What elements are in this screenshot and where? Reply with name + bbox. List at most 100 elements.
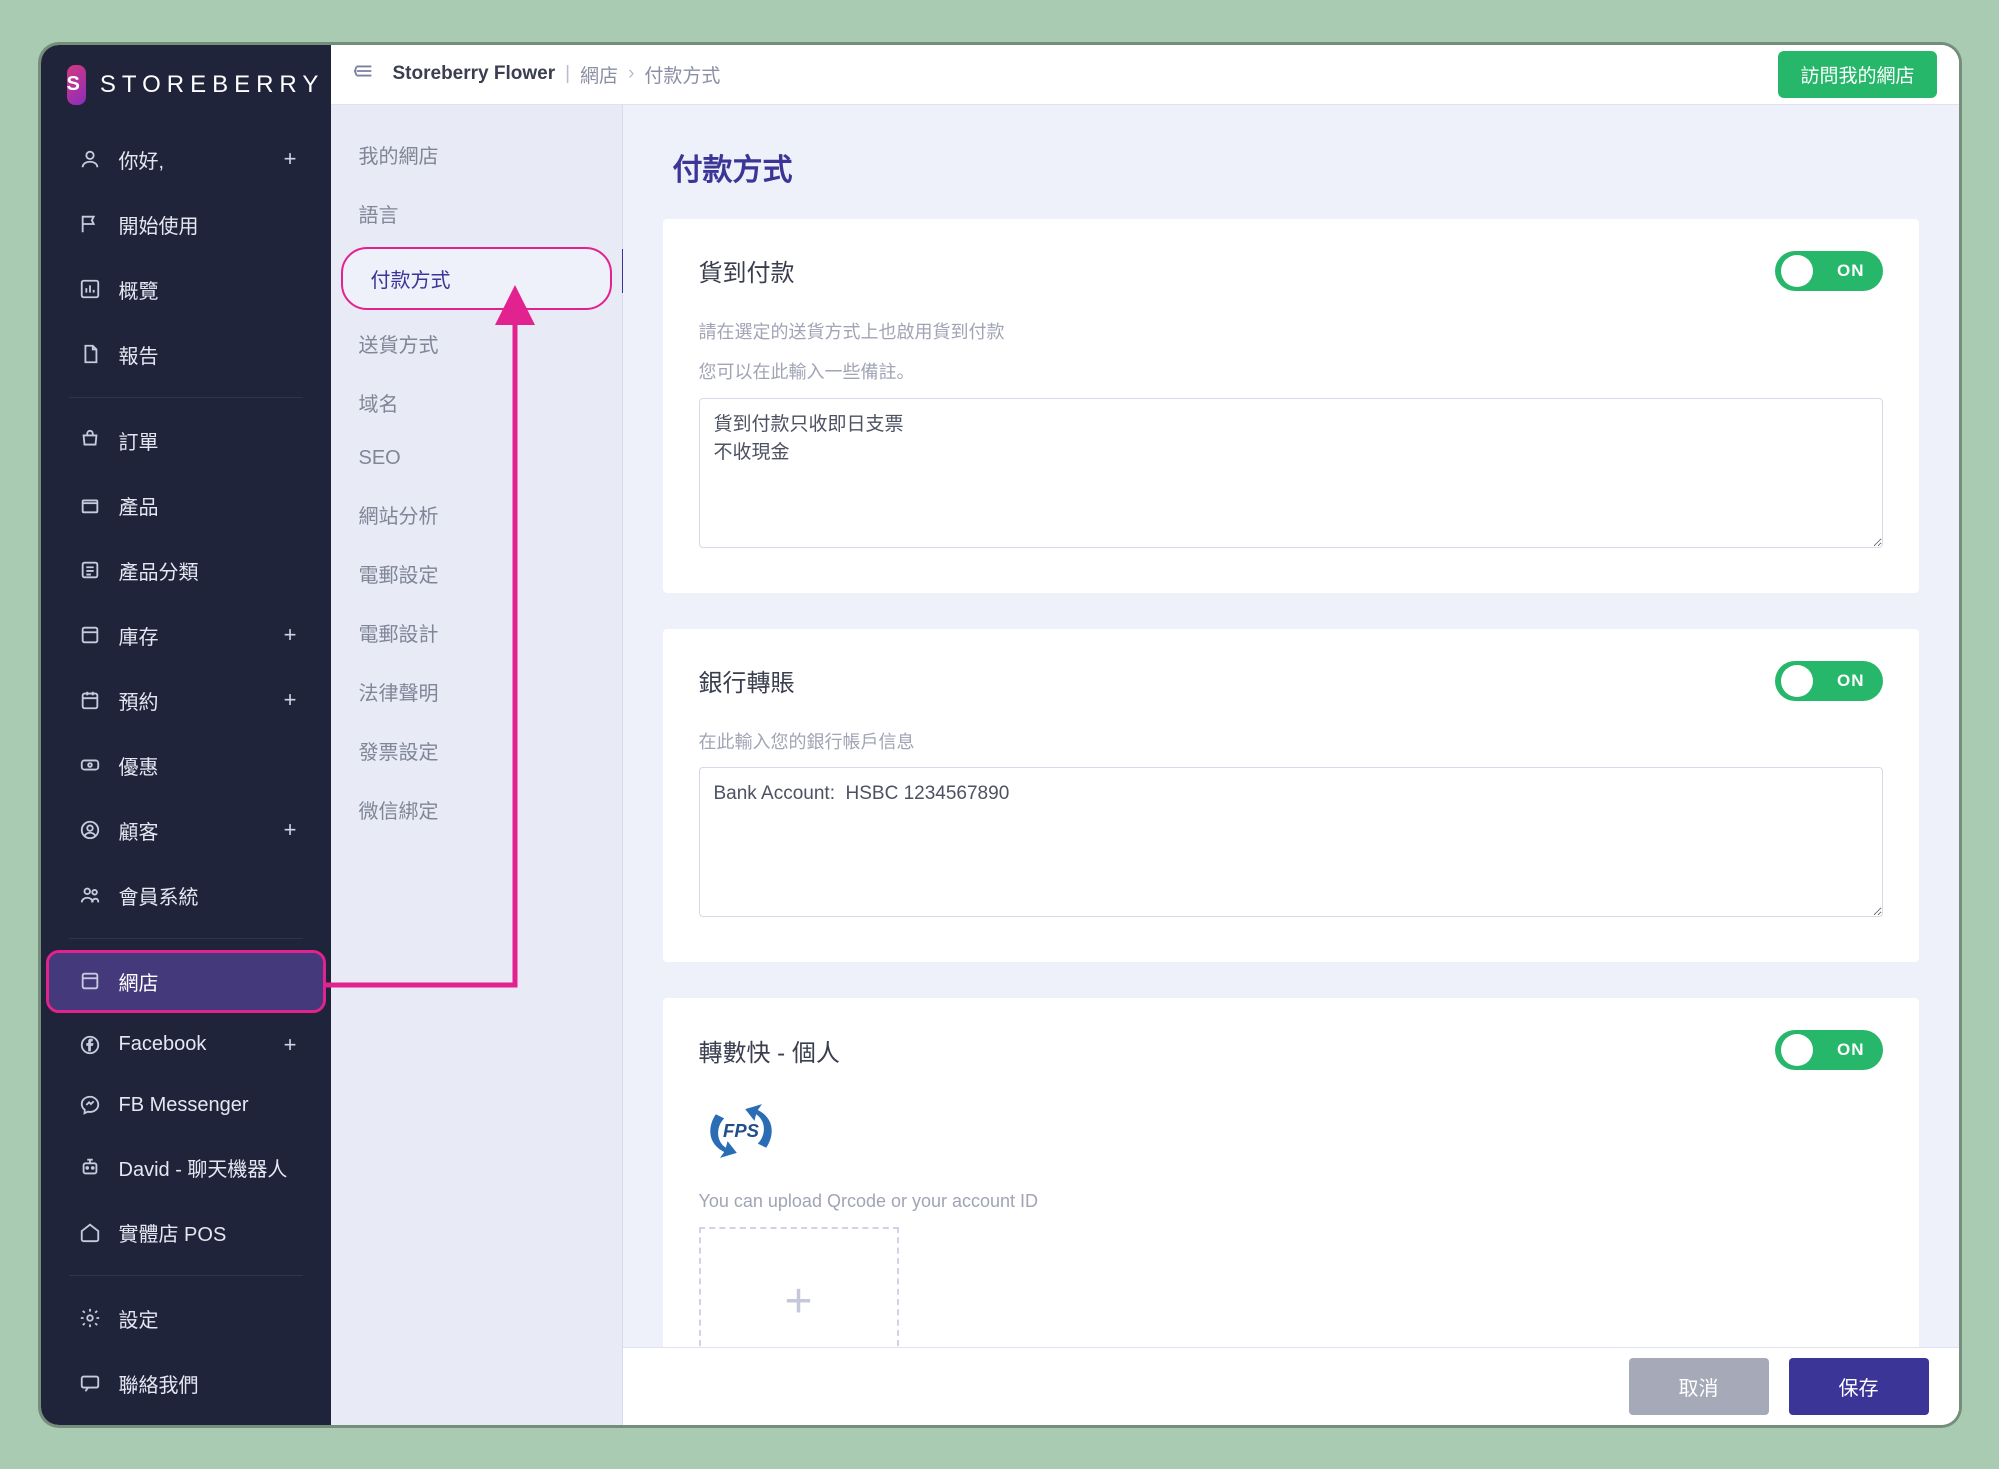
sidebar-item-label: 實體店 POS: [119, 1218, 297, 1247]
sidebar-item-label: 預約: [119, 686, 284, 715]
toggle-cod[interactable]: ON: [1775, 251, 1883, 291]
plus-icon[interactable]: +: [284, 622, 297, 648]
subnav-item-seo[interactable]: SEO: [331, 432, 622, 485]
panel-cash-on-delivery: 貨到付款 ON 請在選定的送貨方式上也啟用貨到付款 您可以在此輸入一些備註。: [663, 219, 1919, 593]
sidebar-item-inventory[interactable]: 庫存 +: [49, 607, 323, 664]
cod-help-2: 您可以在此輸入一些備註。: [699, 357, 1883, 388]
cod-help-1: 請在選定的送貨方式上也啟用貨到付款: [699, 317, 1883, 348]
sidebar-item-membership[interactable]: 會員系統: [49, 867, 323, 924]
cancel-button[interactable]: 取消: [1629, 1358, 1769, 1415]
subnav-item-domain[interactable]: 域名: [331, 373, 622, 432]
breadcrumb-page: 付款方式: [644, 61, 720, 88]
topbar: Storeberry Flower | 網店 › 付款方式 訪問我的網店: [331, 45, 1959, 105]
toggle-knob: [1781, 1034, 1813, 1066]
sidebar-item-label: 優惠: [119, 751, 297, 780]
customer-icon: [75, 819, 105, 841]
subnav-item-shipping[interactable]: 送貨方式: [331, 314, 622, 373]
plus-icon[interactable]: +: [284, 146, 297, 172]
main-area: Storeberry Flower | 網店 › 付款方式 訪問我的網店 付款方…: [623, 45, 1959, 1425]
subnav-item-analytics[interactable]: 網站分析: [331, 485, 622, 544]
sidebar-item-overview[interactable]: 概覽: [49, 261, 323, 318]
sidebar-item-label: 報告: [119, 340, 297, 369]
sidebar-item-label: 會員系統: [119, 881, 297, 910]
save-button[interactable]: 保存: [1789, 1358, 1929, 1415]
sidebar-item-facebook[interactable]: Facebook +: [49, 1018, 323, 1072]
breadcrumb-section[interactable]: 網店: [580, 61, 618, 88]
svg-text:FPS: FPS: [723, 1120, 760, 1141]
sidebar-item-messenger[interactable]: FB Messenger: [49, 1080, 323, 1131]
sidebar-item-booking[interactable]: 預約 +: [49, 672, 323, 729]
sidebar-item-orders[interactable]: 訂單: [49, 412, 323, 469]
flag-icon: [75, 213, 105, 235]
toggle-state: ON: [1837, 261, 1865, 281]
sidebar-greeting[interactable]: 你好, +: [49, 131, 323, 188]
sidebar-item-label: 開始使用: [119, 210, 297, 239]
bank-help: 在此輸入您的銀行帳戶信息: [699, 727, 1883, 758]
sidebar-item-getting-started[interactable]: 開始使用: [49, 196, 323, 253]
sidebar-item-label: FB Messenger: [119, 1094, 297, 1117]
sidebar-item-label: 庫存: [119, 621, 284, 650]
chart-icon: [75, 278, 105, 300]
plus-icon[interactable]: +: [284, 1032, 297, 1058]
subnav-item-mystore[interactable]: 我的網店: [331, 125, 622, 184]
subnav-item-email-settings[interactable]: 電郵設定: [331, 544, 622, 603]
plus-icon[interactable]: +: [284, 817, 297, 843]
house-icon: [75, 1221, 105, 1243]
menu-toggle-icon[interactable]: [353, 60, 375, 88]
sidebar-item-label: 網店: [119, 967, 297, 996]
subnav-item-language[interactable]: 語言: [331, 184, 622, 243]
visit-store-button[interactable]: 訪問我的網店: [1778, 51, 1936, 98]
subnav-item-email-design[interactable]: 電郵設計: [331, 603, 622, 662]
breadcrumb-sep: |: [565, 63, 570, 85]
sidebar-item-pos[interactable]: 實體店 POS: [49, 1204, 323, 1261]
plus-icon[interactable]: +: [284, 687, 297, 713]
sidebar-item-onlinestore[interactable]: 網店: [49, 953, 323, 1010]
toggle-fps[interactable]: ON: [1775, 1030, 1883, 1070]
archive-icon: [75, 624, 105, 646]
sub-sidebar: 我的網店 語言 付款方式 送貨方式 域名 SEO 網站分析 電郵設定 電郵設計 …: [331, 45, 623, 1425]
main-sidebar: S STOREBERRY 你好, + 開始使用 概覽 報告: [41, 45, 331, 1425]
cod-note-textarea[interactable]: [699, 398, 1883, 548]
subnav-item-payment[interactable]: 付款方式: [341, 247, 612, 310]
content-scroll[interactable]: 付款方式 貨到付款 ON 請在選定的送貨方式上也啟用貨到付款 您可以在此輸入一些…: [623, 105, 1959, 1425]
sidebar-item-report[interactable]: 報告: [49, 326, 323, 383]
toggle-state: ON: [1837, 671, 1865, 691]
panel-title-bank: 銀行轉賬: [699, 663, 795, 698]
logo-badge-icon: S: [67, 65, 86, 105]
bank-note-textarea[interactable]: [699, 767, 1883, 917]
sidebar-item-categories[interactable]: 產品分類: [49, 542, 323, 599]
sidebar-item-coupons[interactable]: 優惠: [49, 737, 323, 794]
sidebar-item-products[interactable]: 產品: [49, 477, 323, 534]
sidebar-divider: [69, 397, 303, 398]
subnav-item-invoice[interactable]: 發票設定: [331, 721, 622, 780]
calendar-icon: [75, 689, 105, 711]
user-icon: [75, 148, 105, 170]
sidebar-divider: [69, 1275, 303, 1276]
page-title: 付款方式: [673, 145, 1919, 189]
fps-logo-icon: FPS: [699, 1096, 783, 1166]
sidebar-item-settings[interactable]: 設定: [49, 1290, 323, 1347]
breadcrumb-sep: ›: [628, 63, 634, 85]
footer-action-bar: 取消 保存: [623, 1347, 1959, 1425]
sidebar-item-customers[interactable]: 顧客 +: [49, 802, 323, 859]
sidebar-item-chatbot[interactable]: David - 聊天機器人: [49, 1139, 323, 1196]
panel-title-fps: 轉數快 - 個人: [699, 1033, 840, 1068]
box-icon: [75, 494, 105, 516]
app-frame: S STOREBERRY 你好, + 開始使用 概覽 報告: [41, 45, 1959, 1425]
sidebar-item-label: 訂單: [119, 426, 297, 455]
subnav-item-wechat[interactable]: 微信綁定: [331, 780, 622, 839]
sidebar-item-label: 聯絡我們: [119, 1369, 297, 1398]
fps-upload-help: You can upload Qrcode or your account ID: [699, 1186, 1883, 1217]
sidebar-item-label: Facebook: [119, 1033, 284, 1056]
sidebar-item-label: David - 聊天機器人: [119, 1153, 297, 1182]
sidebar-item-contact[interactable]: 聯絡我們: [49, 1355, 323, 1412]
store-icon: [75, 970, 105, 992]
plus-icon: +: [784, 1274, 812, 1329]
sidebar-item-label: 設定: [119, 1304, 297, 1333]
cart-icon: [75, 429, 105, 451]
toggle-bank[interactable]: ON: [1775, 661, 1883, 701]
sidebar-greeting-label: 你好,: [119, 145, 284, 174]
subnav-item-legal[interactable]: 法律聲明: [331, 662, 622, 721]
brand-logo: S STOREBERRY: [41, 53, 331, 127]
facebook-icon: [75, 1034, 105, 1056]
